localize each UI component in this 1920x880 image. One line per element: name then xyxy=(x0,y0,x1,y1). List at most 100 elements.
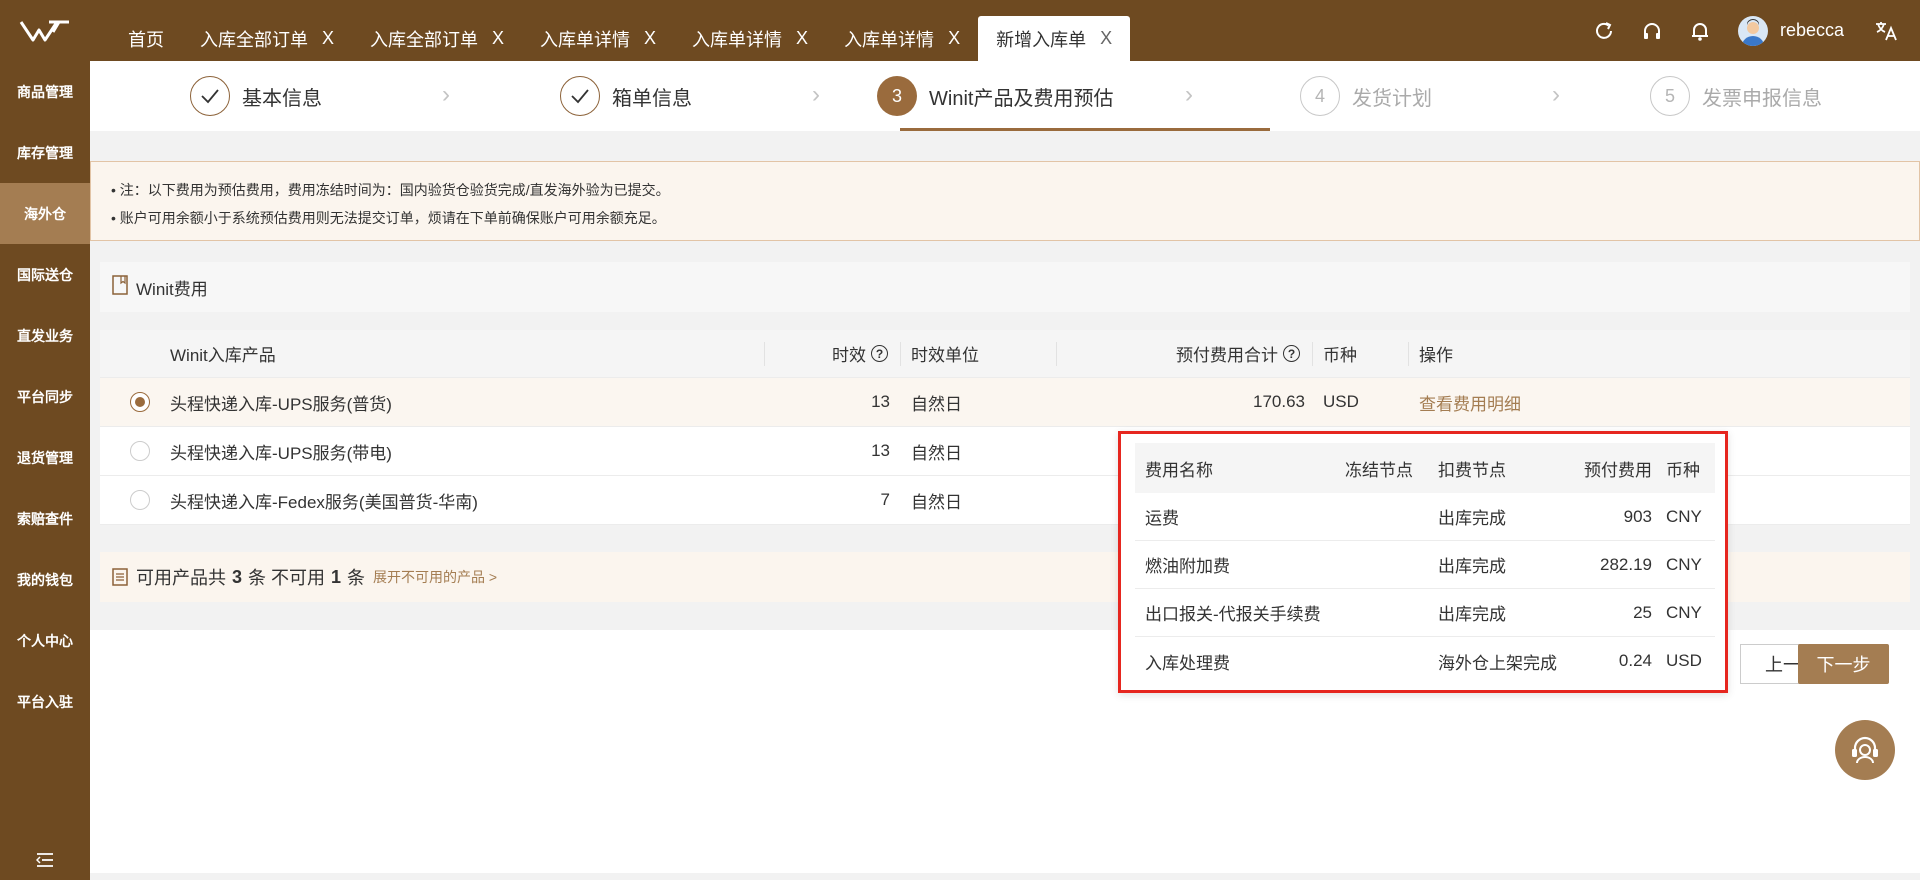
fee-name: 燃油附加费 xyxy=(1145,557,1230,576)
headset-icon[interactable] xyxy=(1628,0,1676,61)
fee-currency: CNY xyxy=(1666,602,1702,622)
tab-inbound-all-orders[interactable]: 入库全部订单 X xyxy=(182,16,352,61)
customer-support-button[interactable] xyxy=(1835,720,1895,780)
tab-home[interactable]: 首页 xyxy=(110,16,182,61)
top-right-toolbar: rebecca xyxy=(1580,0,1920,61)
close-icon[interactable]: X xyxy=(1100,28,1112,49)
fee-row: 出口报关-代报关手续费 出库完成 25 CNY xyxy=(1135,589,1715,637)
step-invoice-declaration[interactable]: 5 发票申报信息 xyxy=(1650,61,1822,131)
winit-fee-section-header: Winit费用 xyxy=(100,262,1910,312)
refresh-icon[interactable] xyxy=(1580,0,1628,61)
sidebar-item-direct-shipping[interactable]: 直发业务 xyxy=(0,305,90,366)
availability-prefix: 可用产品共 xyxy=(136,568,226,588)
radio-selected[interactable] xyxy=(130,392,150,412)
notice-line: • 账户可用余额小于系统预估费用则无法提交订单，烦请在下单前确保账户可用余额充足… xyxy=(111,210,666,226)
sidebar-item-wallet[interactable]: 我的钱包 xyxy=(0,549,90,610)
product-radio[interactable] xyxy=(130,378,150,426)
col-header-prepaid-total: 预付费用合计? xyxy=(1176,330,1300,377)
sidebar-item-claims[interactable]: 索赔查件 xyxy=(0,488,90,549)
sidebar-item-profile[interactable]: 个人中心 xyxy=(0,610,90,671)
sidebar-item-inventory[interactable]: 库存管理 xyxy=(0,122,90,183)
availability-suffix: 条 xyxy=(347,568,366,588)
product-timeliness: 13 xyxy=(871,392,890,411)
col-header-fee-currency: 币种 xyxy=(1666,460,1700,480)
sidebar-item-overseas-warehouse[interactable]: 海外仓 xyxy=(0,183,90,244)
next-step-button[interactable]: 下一步 xyxy=(1798,644,1889,684)
close-icon[interactable]: X xyxy=(796,28,808,49)
product-radio[interactable] xyxy=(130,476,150,524)
tab-new-inbound-order[interactable]: 新增入库单 X xyxy=(978,16,1131,61)
top-bar: 首页 入库全部订单 X 入库全部订单 X 入库单详情 X 入库单详情 X 入库单详情 X … xyxy=(0,0,1920,61)
help-icon[interactable]: ? xyxy=(871,345,888,362)
col-header-currency: 币种 xyxy=(1323,346,1357,365)
product-name: 头程快递入库-UPS服务(普货) xyxy=(170,394,392,414)
tab-inbound-detail[interactable]: 入库单详情 X xyxy=(674,16,826,61)
notice-line: • 注：以下费用为预估费用，费用冻结时间为：国内验货仓验货完成/直发海外验为已提… xyxy=(111,182,670,198)
close-icon[interactable]: X xyxy=(644,28,656,49)
tab-label: 新增入库单 xyxy=(996,29,1087,50)
radio-unselected[interactable] xyxy=(130,490,150,510)
step-shipping-plan[interactable]: 4 发货计划 xyxy=(1300,61,1432,131)
step-winit-product-fee[interactable]: 3 Winit产品及费用预估 xyxy=(877,61,1113,131)
sidebar-item-platform-sync[interactable]: 平台同步 xyxy=(0,366,90,427)
user-menu[interactable]: rebecca xyxy=(1737,15,1844,46)
view-fee-detail-link[interactable]: 查看费用明细 xyxy=(1419,378,1521,426)
document-icon xyxy=(112,274,128,300)
check-icon xyxy=(190,76,230,116)
list-icon xyxy=(112,568,128,586)
step-number: 3 xyxy=(877,76,917,116)
product-name: 头程快递入库-Fedex服务(美国普货-华南) xyxy=(170,492,478,512)
tab-inbound-all-orders[interactable]: 入库全部订单 X xyxy=(352,16,522,61)
step-label: 发货计划 xyxy=(1352,87,1432,110)
sidebar-item-label: 退货管理 xyxy=(17,449,73,466)
product-currency: USD xyxy=(1323,392,1359,411)
radio-unselected[interactable] xyxy=(130,441,150,461)
fee-row: 入库处理费 海外仓上架完成 0.24 USD xyxy=(1135,637,1715,685)
tab-label: 入库单详情 xyxy=(540,29,631,50)
tab-inbound-detail[interactable]: 入库单详情 X xyxy=(522,16,674,61)
step-label: 箱单信息 xyxy=(612,87,692,110)
col-header-freeze-node: 冻结节点 xyxy=(1345,460,1413,480)
step-box-info[interactable]: 箱单信息 xyxy=(560,61,692,131)
tab-inbound-detail[interactable]: 入库单详情 X xyxy=(826,16,978,61)
sidebar-item-platform-onboarding[interactable]: 平台入驻 xyxy=(0,671,90,732)
close-icon[interactable]: X xyxy=(948,28,960,49)
tab-label: 入库单详情 xyxy=(692,29,783,50)
sidebar-item-products[interactable]: 商品管理 xyxy=(0,61,90,122)
product-unit: 自然日 xyxy=(911,492,962,512)
logo[interactable] xyxy=(0,0,90,61)
fee-deduct-node: 出库完成 xyxy=(1438,605,1506,624)
col-header-timeliness-unit: 时效单位 xyxy=(911,346,979,365)
product-prepaid-total: 170.63 xyxy=(1253,392,1305,411)
tab-bar: 首页 入库全部订单 X 入库全部订单 X 入库单详情 X 入库单详情 X 入库单详情 X … xyxy=(110,16,1131,61)
fee-table-header: 费用名称 冻结节点 扣费节点 预付费用 币种 xyxy=(1135,443,1715,493)
chevron-right-icon: › xyxy=(1185,81,1193,108)
product-name: 头程快递入库-UPS服务(带电) xyxy=(170,443,392,463)
sidebar-item-returns[interactable]: 退货管理 xyxy=(0,427,90,488)
unavailable-count: 1 xyxy=(331,566,342,587)
fee-row: 运费 出库完成 903 CNY xyxy=(1135,493,1715,541)
username: rebecca xyxy=(1779,20,1844,40)
fee-detail-popover: 费用名称 冻结节点 扣费节点 预付费用 币种 运费 出库完成 903 CNY 燃… xyxy=(1118,431,1728,693)
fee-name: 运费 xyxy=(1145,509,1179,528)
tab-label: 入库单详情 xyxy=(844,29,935,50)
sidebar-item-international-delivery[interactable]: 国际送仓 xyxy=(0,244,90,305)
close-icon[interactable]: X xyxy=(492,28,504,49)
step-progress: 基本信息 › 箱单信息 › 3 Winit产品及费用预估 › 4 发货计划 › … xyxy=(90,61,1920,131)
product-unit: 自然日 xyxy=(911,443,962,463)
expand-unavailable-link[interactable]: 展开不可用的产品 > xyxy=(373,567,497,587)
fee-name: 入库处理费 xyxy=(1145,653,1230,673)
table-row[interactable]: 头程快递入库-UPS服务(普货) 13 自然日 170.63 USD 查看费用明… xyxy=(100,378,1910,427)
help-icon[interactable]: ? xyxy=(1283,345,1300,362)
translate-icon[interactable] xyxy=(1862,0,1910,61)
sidebar-item-label: 库存管理 xyxy=(17,144,73,161)
check-icon xyxy=(560,76,600,116)
bell-icon[interactable] xyxy=(1676,0,1724,61)
close-icon[interactable]: X xyxy=(322,28,334,49)
product-timeliness: 7 xyxy=(880,490,890,509)
product-radio[interactable] xyxy=(130,427,150,475)
sidebar-item-label: 平台同步 xyxy=(17,388,73,405)
collapse-menu-icon[interactable] xyxy=(0,852,90,868)
sidebar: 商品管理 库存管理 海外仓 国际送仓 直发业务 平台同步 退货管理 索赔查件 我… xyxy=(0,61,90,880)
step-basic-info[interactable]: 基本信息 xyxy=(190,61,322,131)
